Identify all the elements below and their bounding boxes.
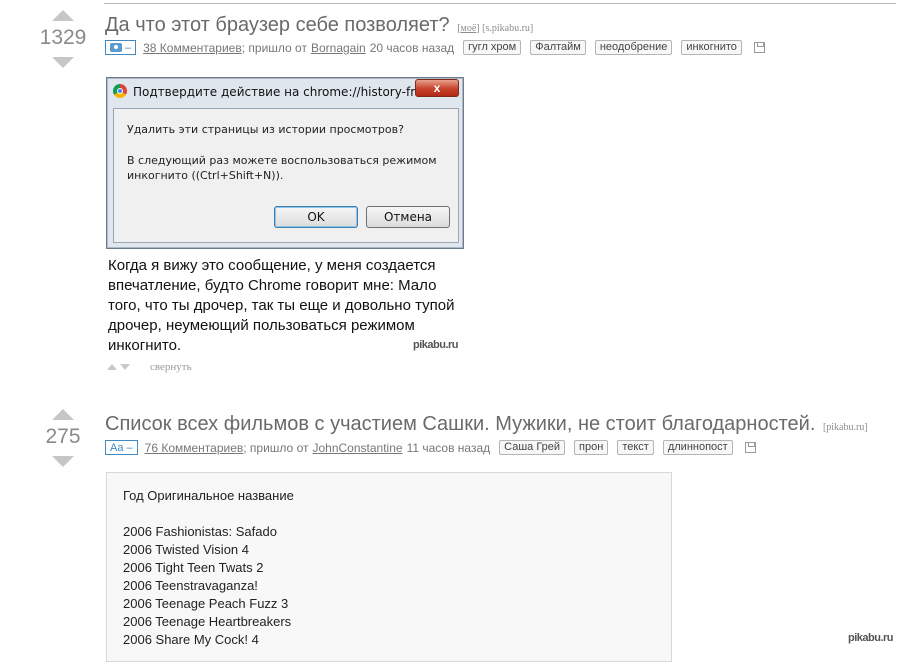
story-score: 275 [45,425,81,448]
film-list-item: 2006 Teenage Heartbreakers [123,614,292,629]
film-list-item: 2006 Tight Teen Twats 2 [123,560,264,575]
mini-downvote-icon[interactable] [120,364,130,370]
time-ago: 20 часов назад [369,40,455,55]
collapse-row: свернуть [107,361,192,373]
dialog-screenshot: Подтвердите действие на chrome://history… [106,77,464,249]
top-divider [104,3,896,4]
watermark: pikabu.ru [413,339,459,351]
downvote-icon[interactable] [52,456,74,467]
film-list-item: 2006 Teenstravaganza! [123,578,258,593]
upvote-icon[interactable] [52,10,74,21]
film-list-item: 2006 Fashionistas: Safado [123,524,277,539]
vote-block: 1329 [30,10,96,68]
save-icon[interactable] [744,442,756,453]
close-icon: x [415,79,459,97]
film-list-item: 2006 Twisted Vision 4 [123,542,249,557]
ok-button: OK [274,206,358,228]
tag[interactable]: гугл хром [463,40,522,55]
downvote-icon[interactable] [52,57,74,68]
tag[interactable]: Фалтайм [530,40,586,55]
story-title-row: Да что этот браузер себе позволяет? [моё… [105,14,533,37]
story-title-row: Список всех фильмов с участием Сашки. Му… [105,413,868,436]
upvote-icon[interactable] [52,409,74,420]
story-source[interactable]: [моё] [s.pikabu.ru] [457,23,533,34]
comments-link[interactable]: 38 Комментариев [143,41,242,55]
chrome-icon [113,84,127,98]
film-list-item: 2006 Teenage Peach Fuzz 3 [123,596,289,611]
tag[interactable]: прон [574,440,609,455]
story-title[interactable]: Список всех фильмов с участием Сашки. Му… [105,413,815,435]
time-ago: 11 часов назад [406,440,491,455]
tag[interactable]: неодобрение [594,40,673,55]
cancel-button: Отмена [366,206,450,228]
collapse-link[interactable]: свернуть [150,361,192,373]
vote-block: 275 [30,409,96,467]
dialog-title: Подтвердите действие на chrome://history… [133,85,442,99]
dialog-titlebar: Подтвердите действие на chrome://history… [107,78,463,104]
film-list-item: 2006 Share My Cock! 4 [123,632,259,647]
author-link[interactable]: JohnConstantine [312,441,402,455]
author-link[interactable]: Bornagain [311,41,366,55]
camera-icon [110,43,122,52]
story-title[interactable]: Да что этот браузер себе позволяет? [105,14,450,36]
film-list-box: Год Оригинальное название 2006 Fashionis… [106,472,672,662]
dialog-question: Удалить эти страницы из истории просмотр… [127,123,404,136]
comments-link[interactable]: 76 Комментариев [145,441,244,455]
save-icon[interactable] [753,42,765,53]
mini-upvote-icon[interactable] [107,364,117,370]
tag[interactable]: Саша Грей [499,440,566,455]
story-meta: – 38 Комментариев ; пришло от Bornagain … [105,40,765,55]
story-type-badge[interactable]: – [105,40,137,55]
watermark: pikabu.ru [848,632,894,644]
film-list-header: Год Оригинальное название [123,488,294,503]
story-score: 1329 [39,26,87,49]
dialog-message: В следующий раз можете воспользоваться р… [127,154,437,182]
tag[interactable]: инкогнито [681,40,742,55]
story-type-badge[interactable]: Aa – [105,440,138,455]
story-meta: Aa – 76 Комментариев ; пришло от JohnCon… [105,440,756,455]
story-source[interactable]: [pikabu.ru] [823,422,868,433]
tag[interactable]: длиннопост [662,440,733,455]
tag[interactable]: текст [617,440,654,455]
dialog-body: Удалить эти страницы из истории просмотр… [113,108,459,243]
